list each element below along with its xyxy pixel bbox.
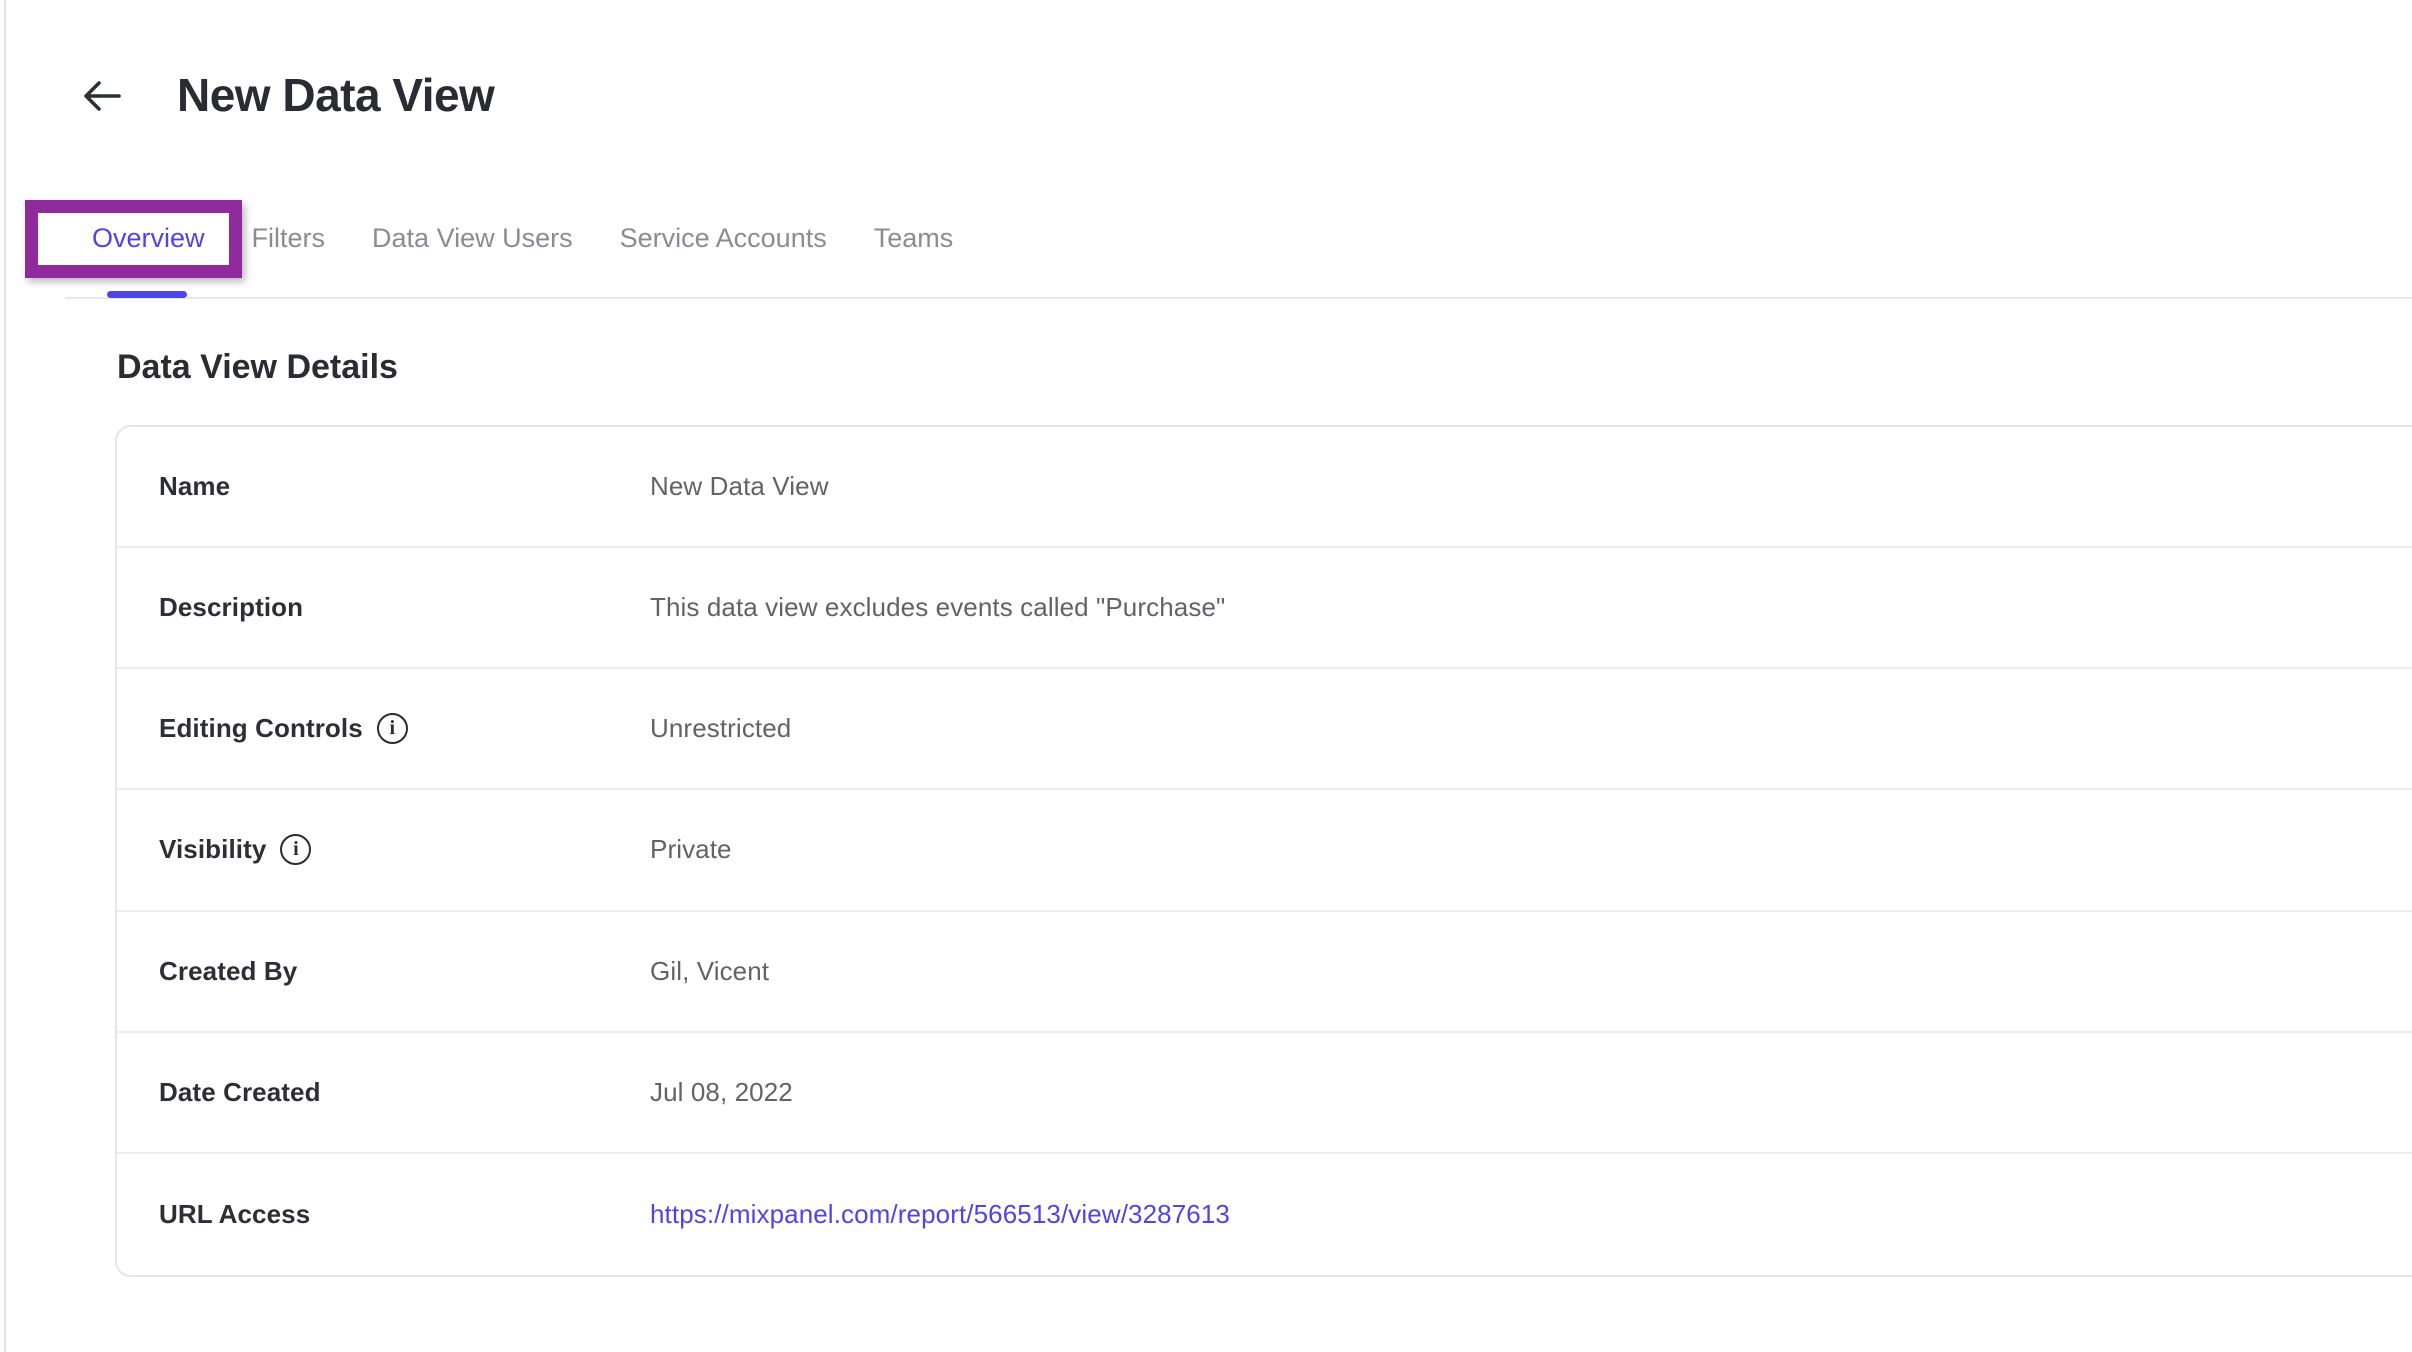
data-view-url-link[interactable]: https://mixpanel.com/report/566513/view/… bbox=[650, 1199, 1230, 1229]
table-row-created-by: Created By Gil, Vicent bbox=[117, 912, 2412, 1033]
table-row-date-created: Date Created Jul 08, 2022 bbox=[117, 1033, 2412, 1154]
back-arrow-icon bbox=[82, 78, 122, 114]
table-row-name: Name New Data View bbox=[117, 427, 2412, 548]
page-title: New Data View bbox=[177, 68, 494, 122]
row-value-editing-controls: Unrestricted bbox=[650, 713, 791, 744]
row-label-url-access: URL Access bbox=[159, 1199, 310, 1230]
row-value-created-by: Gil, Vicent bbox=[650, 956, 769, 987]
tab-service-accounts[interactable]: Service Accounts bbox=[620, 212, 827, 264]
page-header: New Data View bbox=[0, 0, 2412, 140]
table-row-url-access: URL Access https://mixpanel.com/report/5… bbox=[117, 1154, 2412, 1275]
row-label-date-created: Date Created bbox=[159, 1077, 321, 1108]
tab-teams[interactable]: Teams bbox=[874, 212, 954, 264]
active-tab-indicator bbox=[107, 291, 187, 298]
row-value-visibility: Private bbox=[650, 834, 732, 865]
tab-bar: Overview Filters Data View Users Service… bbox=[0, 212, 2412, 300]
data-view-settings-page: { "header": { "title": "New Data View", … bbox=[0, 0, 2412, 1352]
table-row-editing-controls: Editing Controls i Unrestricted bbox=[117, 669, 2412, 790]
table-row-visibility: Visibility i Private bbox=[117, 790, 2412, 911]
annotation-highlight-box bbox=[25, 200, 242, 278]
row-label-name: Name bbox=[159, 471, 230, 502]
info-icon[interactable]: i bbox=[280, 834, 311, 865]
info-icon[interactable]: i bbox=[377, 713, 408, 744]
row-label-created-by: Created By bbox=[159, 956, 297, 987]
tab-filters[interactable]: Filters bbox=[252, 212, 326, 264]
tab-bar-border bbox=[65, 297, 2412, 299]
tab-data-view-users[interactable]: Data View Users bbox=[372, 212, 573, 264]
section-title: Data View Details bbox=[117, 348, 398, 387]
row-label-description: Description bbox=[159, 592, 303, 623]
row-value-date-created: Jul 08, 2022 bbox=[650, 1077, 793, 1108]
data-view-details-card: Name New Data View Description This data… bbox=[115, 425, 2412, 1277]
table-row-description: Description This data view excludes even… bbox=[117, 548, 2412, 669]
back-button[interactable] bbox=[80, 74, 124, 118]
row-value-description: This data view excludes events called "P… bbox=[650, 592, 1225, 623]
row-label-visibility: Visibility bbox=[159, 834, 266, 865]
row-value-name: New Data View bbox=[650, 471, 829, 502]
row-label-editing-controls: Editing Controls bbox=[159, 713, 363, 744]
page-left-divider bbox=[4, 0, 6, 1352]
